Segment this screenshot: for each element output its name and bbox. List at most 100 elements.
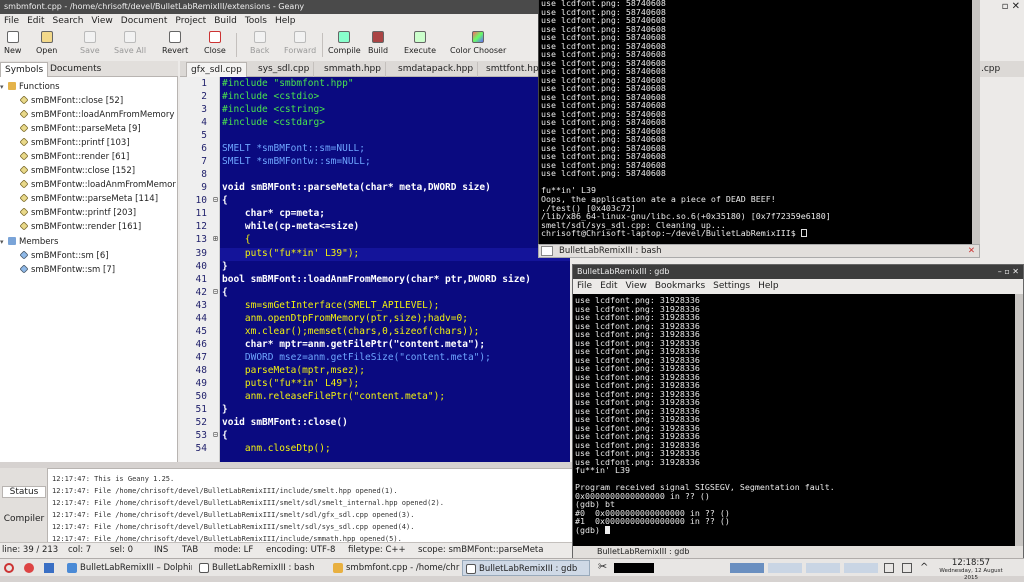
status-scope: scope: smBMFont::parseMeta — [418, 545, 544, 555]
gdb-menu-bar: File Edit View Bookmarks Settings Help — [573, 279, 1023, 294]
code-editor[interactable]: #include "smbmfont.hpp" #include <cstdio… — [220, 77, 570, 462]
terminal-icon — [199, 563, 209, 573]
window-controls[interactable]: ▫ ✕ — [980, 0, 1024, 14]
open-button[interactable]: Open — [36, 31, 57, 55]
menu-edit[interactable]: Edit — [596, 279, 621, 294]
tree-item[interactable]: smBMFont::sm [6] — [0, 249, 178, 263]
close-tab-icon[interactable]: ✕ — [968, 245, 975, 257]
pager-desktop-1[interactable] — [730, 563, 764, 573]
forward-button[interactable]: Forward — [284, 31, 316, 55]
mail-icon[interactable] — [44, 563, 54, 573]
build-button[interactable]: Build — [368, 31, 388, 55]
menu-build[interactable]: Build — [210, 14, 241, 29]
toolbar-separator — [322, 33, 323, 57]
bash-terminal[interactable]: use lcdfont.png: 58740608 use lcdfont.pn… — [538, 0, 978, 244]
tab-sys-sdl[interactable]: sys_sdl.cpp — [254, 62, 315, 77]
menu-tools[interactable]: Tools — [241, 14, 271, 29]
menu-bookmarks[interactable]: Bookmarks — [651, 279, 709, 294]
menu-file[interactable]: File — [0, 14, 23, 29]
gdb-tab-label[interactable]: BulletLabRemixIII : gdb — [597, 547, 689, 556]
tab-current-file[interactable]: .cpp — [978, 61, 1024, 77]
tab-gfx-sdl[interactable]: gfx_sdl.cpp — [186, 62, 247, 77]
tree-item[interactable]: smBMFont::loadAnmFromMemory — [0, 108, 178, 122]
bash-tab-label[interactable]: BulletLabRemixIII : bash — [559, 245, 661, 257]
new-button[interactable]: New — [4, 31, 21, 55]
tree-item[interactable]: smBMFont::close [52] — [0, 94, 178, 108]
gdb-scrollbar[interactable] — [1015, 294, 1023, 546]
compile-button[interactable]: Compile — [328, 31, 361, 55]
pager-desktop-2[interactable] — [768, 563, 802, 573]
app-launcher-icon[interactable] — [4, 563, 14, 573]
menu-view[interactable]: View — [87, 14, 116, 29]
members-icon — [8, 237, 16, 245]
pager-desktop-4[interactable] — [844, 563, 878, 573]
status-tab: TAB — [182, 545, 199, 555]
gdb-prompt: (gdb) — [575, 524, 605, 535]
status-encoding: encoding: UTF-8 — [266, 545, 336, 555]
status-line: line: 39 / 213 — [2, 545, 59, 555]
gdb-terminal[interactable]: use lcdfont.png: 31928336 use lcdfont.pn… — [573, 294, 1015, 546]
execute-button[interactable]: Execute — [404, 31, 436, 55]
chrome-icon[interactable] — [24, 563, 34, 573]
save-button[interactable]: Save — [80, 31, 100, 55]
clock[interactable]: 12:18:57 Wednesday, 12 August 2015 — [936, 558, 1006, 581]
tree-item[interactable]: smBMFontw::printf [203] — [0, 206, 178, 220]
bash-scrollbar[interactable] — [972, 0, 980, 244]
tree-item[interactable]: smBMFontw::close [152] — [0, 164, 178, 178]
menu-project[interactable]: Project — [171, 14, 210, 29]
back-button[interactable]: Back — [250, 31, 269, 55]
menu-view[interactable]: View — [622, 279, 651, 294]
tree-item[interactable]: smBMFontw::render [161] — [0, 220, 178, 234]
tree-group-functions[interactable]: ▾ Functions — [0, 80, 178, 94]
tab-smmath[interactable]: smmath.hpp — [320, 62, 386, 77]
fold-marker-icon[interactable]: ⊞ — [213, 234, 218, 243]
menu-help[interactable]: Help — [271, 14, 300, 29]
message-window: 12:17:47: This is Geany 1.25. 12:17:47: … — [0, 468, 572, 543]
battery-icon[interactable] — [884, 563, 894, 573]
function-icon — [19, 193, 29, 203]
scissors-icon[interactable]: ✂ — [598, 561, 608, 572]
taskbar: BulletLabRemixIII – Dolphin BulletLabRem… — [0, 558, 1024, 576]
task-geany[interactable]: smbmfont.cpp - /home/chris — [330, 560, 460, 576]
menu-document[interactable]: Document — [117, 14, 172, 29]
fold-marker-icon[interactable]: ⊟ — [213, 195, 218, 204]
gdb-window-title: BulletLabRemixIII : gdb – ▫ ✕ — [573, 265, 1023, 279]
tree-item[interactable]: smBMFont::printf [103] — [0, 136, 178, 150]
tab-smdatapack[interactable]: smdatapack.hpp — [394, 62, 479, 77]
tree-item[interactable]: smBMFont::parseMeta [9] — [0, 122, 178, 136]
menu-help[interactable]: Help — [754, 279, 783, 294]
tray-expand-icon[interactable]: ^ — [920, 563, 930, 573]
message-tabs: Status Compiler — [0, 468, 48, 542]
menu-edit[interactable]: Edit — [23, 14, 48, 29]
window-controls[interactable]: – ▫ ✕ — [998, 265, 1019, 279]
revert-button[interactable]: Revert — [162, 31, 188, 55]
expand-arrow-icon[interactable]: ▾ — [0, 80, 8, 94]
tree-item[interactable]: smBMFont::render [61] — [0, 150, 178, 164]
tree-item[interactable]: smBMFontw::loadAnmFromMemor — [0, 178, 178, 192]
expand-arrow-icon[interactable]: ▾ — [0, 235, 8, 249]
task-bash[interactable]: BulletLabRemixIII : bash — [196, 560, 326, 576]
task-dolphin[interactable]: BulletLabRemixIII – Dolphin — [64, 560, 192, 576]
fold-marker-icon[interactable]: ⊟ — [213, 287, 218, 296]
save-all-button[interactable]: Save All — [114, 31, 146, 55]
menu-search[interactable]: Search — [49, 14, 88, 29]
task-gdb[interactable]: BulletLabRemixIII : gdb — [462, 560, 590, 576]
toolbar: New Open Save Save All Revert Close Back… — [0, 29, 540, 61]
tree-group-members[interactable]: ▾ Members — [0, 235, 178, 249]
tab-symbols[interactable]: Symbols — [0, 62, 49, 77]
tab-compiler[interactable]: Compiler — [2, 514, 46, 524]
pager-desktop-3[interactable] — [806, 563, 840, 573]
status-mode: mode: LF — [214, 545, 254, 555]
member-icon — [19, 264, 29, 274]
tab-status[interactable]: Status — [2, 486, 46, 498]
close-button[interactable]: Close — [204, 31, 226, 55]
menu-settings[interactable]: Settings — [709, 279, 754, 294]
tab-documents[interactable]: Documents — [46, 62, 105, 77]
menu-file[interactable]: File — [573, 279, 596, 294]
fold-marker-icon[interactable]: ⊟ — [213, 430, 218, 439]
tree-item[interactable]: smBMFontw::parseMeta [114] — [0, 192, 178, 206]
tree-item[interactable]: smBMFontw::sm [7] — [0, 263, 178, 277]
tray-window-preview[interactable] — [614, 563, 654, 573]
network-icon[interactable] — [902, 563, 912, 573]
color-chooser-button[interactable]: Color Chooser — [450, 31, 506, 55]
